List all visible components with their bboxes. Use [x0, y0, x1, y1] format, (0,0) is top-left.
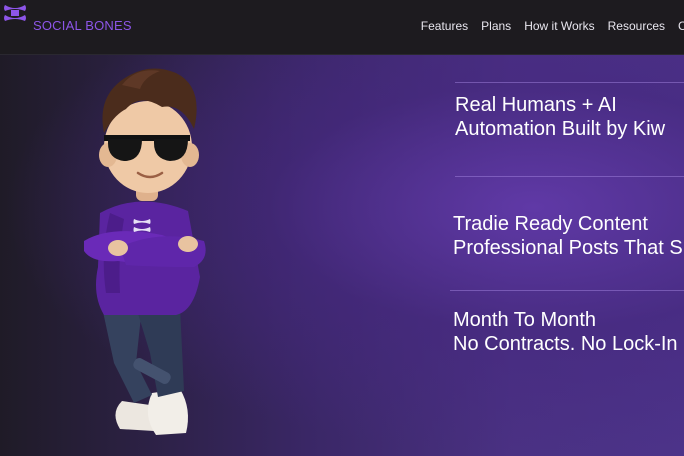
nav-item-contact[interactable]: C — [678, 19, 684, 33]
nav-item-features[interactable]: Features — [421, 19, 468, 33]
nav-item-resources[interactable]: Resources — [608, 19, 665, 33]
main-nav: Features Plans How it Works Resources C — [421, 19, 684, 33]
top-navigation-bar: SOCIAL BONES Features Plans How it Works… — [0, 0, 684, 55]
feature-divider — [450, 290, 684, 291]
feature-title: Tradie Ready Content — [453, 213, 648, 235]
nav-item-plans[interactable]: Plans — [481, 19, 511, 33]
feature-title: Real Humans + AI — [455, 94, 617, 116]
hero-section: Real Humans + AI Automation Built by Kiw… — [0, 55, 684, 456]
feature-divider — [455, 82, 684, 83]
feature-tradie-ready-content: Tradie Ready Content Professional Posts … — [453, 212, 683, 260]
feature-subtitle: No Contracts. No Lock-In — [453, 333, 678, 355]
feature-real-humans-ai: Real Humans + AI Automation Built by Kiw — [455, 93, 665, 141]
feature-month-to-month: Month To Month No Contracts. No Lock-In — [453, 308, 678, 356]
feature-subtitle: Professional Posts That S — [453, 237, 683, 259]
feature-divider — [455, 176, 684, 177]
brand-name[interactable]: SOCIAL BONES — [33, 18, 132, 33]
nav-item-how-it-works[interactable]: How it Works — [524, 19, 594, 33]
feature-title: Month To Month — [453, 309, 597, 331]
mascot-illustration — [84, 68, 206, 435]
feature-subtitle: Automation Built by Kiw — [455, 118, 666, 140]
social-bones-logo-icon[interactable] — [2, 2, 28, 24]
